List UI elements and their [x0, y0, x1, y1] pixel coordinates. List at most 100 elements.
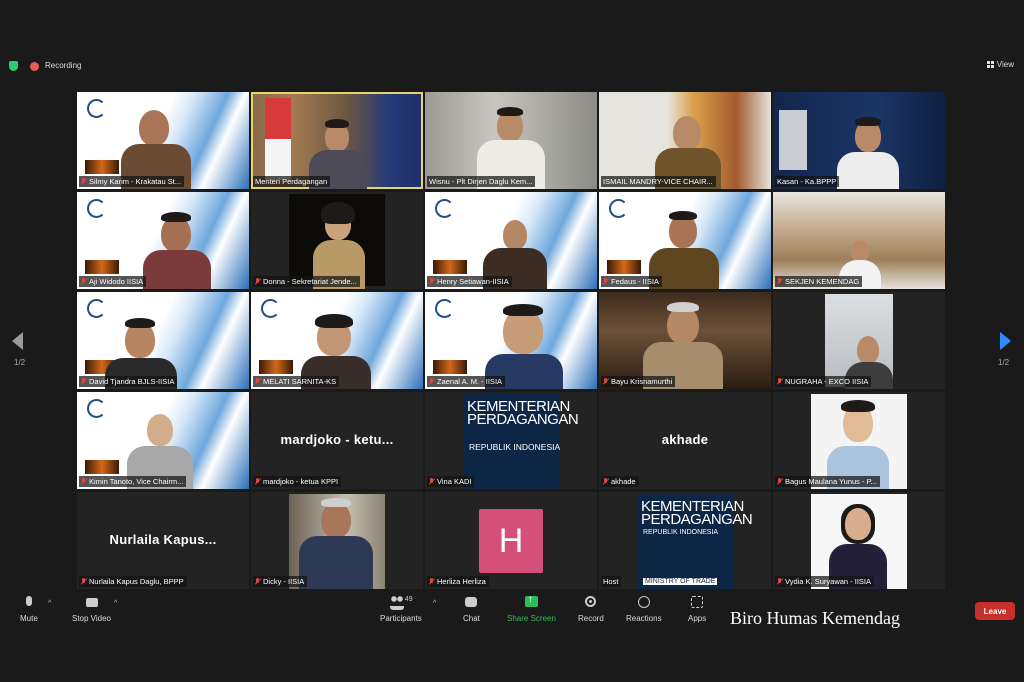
mute-button[interactable]: Mute [20, 596, 38, 623]
video-tile-no-video[interactable]: H Herliza Herliza [425, 492, 597, 589]
grid-view-icon [986, 61, 994, 68]
participant-name: Donna - Sekretariat Jende... [253, 276, 360, 287]
video-tile[interactable]: Aji Widodo IISIA [77, 192, 249, 289]
chat-icon [465, 597, 478, 607]
record-button[interactable]: Record [578, 596, 604, 623]
slide-image [85, 460, 119, 474]
video-tile[interactable]: Donna - Sekretariat Jende... [251, 192, 423, 289]
participant-name: Fedaus - IISIA [601, 276, 662, 287]
audio-options-chevron-icon[interactable]: ^ [48, 600, 51, 607]
meeting-top-bar: Recording View [0, 56, 1024, 76]
participant-name: Nurlaila Kapus Daglu, BPPP [79, 576, 187, 587]
participant-name: akhade [601, 476, 639, 487]
share-screen-icon [524, 594, 538, 607]
participant-display-name: mardjoko - ketu... [280, 432, 394, 447]
participant-name: ISMAIL MANDRY-VICE CHAIR... [601, 176, 716, 187]
video-tile[interactable]: Bagus Maulana Yunus - P... [773, 392, 945, 489]
video-tile[interactable]: SEKJEN KEMENDAG [773, 192, 945, 289]
previous-page-arrow-icon[interactable] [12, 332, 23, 350]
video-options-chevron-icon[interactable]: ^ [114, 600, 117, 607]
video-tile-active-speaker[interactable]: Menteri Perdagangan [251, 92, 423, 189]
chat-button[interactable]: Chat [463, 596, 480, 623]
video-tile[interactable]: NUGRAHA - EXCO IISIA [773, 292, 945, 389]
slide-image [433, 360, 467, 374]
video-tile[interactable]: Bayu Krisnamurthi [599, 292, 771, 389]
participant-name: Silmy Karim - Krakatau St... [79, 176, 185, 187]
mic-muted-icon [429, 578, 434, 585]
participant-name: Dicky - IISIA [253, 576, 308, 587]
mic-muted-icon [81, 378, 86, 385]
mic-muted-icon [255, 478, 260, 485]
video-tile[interactable]: Henry Setiawan-IISIA [425, 192, 597, 289]
participant-name: Menteri Perdagangan [253, 176, 331, 187]
participant-name: Vina KADI [427, 476, 475, 487]
participants-options-chevron-icon[interactable]: ^ [433, 600, 436, 607]
iisia-logo [87, 399, 106, 418]
participant-name: Bayu Krisnamurthi [601, 376, 676, 387]
participant-name: Henry Setiawan-IISIA [427, 276, 512, 287]
video-tile-no-video[interactable]: Nurlaila Kapus... Nurlaila Kapus Daglu, … [77, 492, 249, 589]
mic-muted-icon [81, 178, 86, 185]
reactions-label: Reactions [626, 614, 662, 623]
slide-title: KEMENTERIAN PERDAGANGAN [641, 498, 753, 528]
video-tile[interactable]: David Tjandra BJLS-IISIA [77, 292, 249, 389]
share-screen-label: Share Screen [507, 614, 556, 623]
mic-muted-icon [603, 278, 608, 285]
record-icon [585, 596, 597, 607]
video-tile-no-video[interactable]: akhade akhade [599, 392, 771, 489]
video-tile[interactable]: Kimin Tanoto, Vice Chairm... [77, 392, 249, 489]
video-tile[interactable]: Kasan - Ka.BPPP [773, 92, 945, 189]
iisia-logo [261, 299, 280, 318]
video-tile[interactable]: KEMENTERIAN PERDAGANGAN REPUBLIK INDONES… [599, 492, 771, 589]
leave-button[interactable]: Leave [975, 602, 1015, 620]
video-tile[interactable]: MELATI SARNITA-KS [251, 292, 423, 389]
reactions-button[interactable]: Reactions [626, 596, 662, 623]
video-tile[interactable]: Wisnu - Plt Dirjen Daglu Kem... [425, 92, 597, 189]
view-button[interactable]: View [986, 60, 1014, 69]
video-tile[interactable]: Vydia K. Suryawan - IISIA [773, 492, 945, 589]
participant-display-name: akhade [661, 432, 709, 447]
recording-label: Recording [45, 61, 82, 70]
slide-image [607, 260, 641, 274]
participant-name: Wisnu - Plt Dirjen Daglu Kem... [427, 176, 536, 187]
iisia-logo [609, 199, 628, 218]
video-tile[interactable]: Fedaus - IISIA [599, 192, 771, 289]
participant-name: SEKJEN KEMENDAG [775, 276, 863, 287]
participant-name: MELATI SARNITA-KS [253, 376, 340, 387]
slide-image [85, 160, 119, 174]
recording-icon [30, 62, 39, 71]
apps-button[interactable]: Apps [688, 596, 706, 623]
participant-count: 49 [404, 596, 413, 603]
slide-subtitle: REPUBLIK INDONESIA [643, 529, 719, 536]
mic-muted-icon [429, 378, 434, 385]
iisia-logo [87, 99, 106, 118]
video-tile[interactable]: ISMAIL MANDRY-VICE CHAIR... [599, 92, 771, 189]
record-label: Record [578, 614, 604, 623]
security-shield-icon[interactable] [9, 61, 18, 71]
participant-name: David Tjandra BJLS-IISIA [79, 376, 178, 387]
reactions-icon [637, 596, 650, 608]
participant-name: mardjoko - ketua KPPI [253, 476, 342, 487]
participants-icon [389, 596, 404, 610]
video-tile[interactable]: Zaenal A. M. - IISIA [425, 292, 597, 389]
next-page-arrow-icon[interactable] [1000, 332, 1011, 350]
participant-display-name: Nurlaila Kapus... [109, 532, 217, 547]
page-indicator-right: 1/2 [998, 358, 1010, 367]
mic-muted-icon [429, 478, 434, 485]
video-tile[interactable]: Dicky - IISIA [251, 492, 423, 589]
slide-title: KEMENTERIAN PERDAGANGAN [467, 398, 579, 428]
apps-icon [691, 596, 704, 608]
apps-label: Apps [688, 614, 707, 623]
slide-footer: MINISTRY OF TRADE [643, 578, 718, 585]
video-tile-no-video[interactable]: mardjoko - ketu... mardjoko - ketua KPPI [251, 392, 423, 489]
video-tile[interactable]: Silmy Karim - Krakatau St... [77, 92, 249, 189]
participant-name: Vydia K. Suryawan - IISIA [775, 576, 875, 587]
chat-label: Chat [463, 614, 480, 623]
participant-name: Kasan - Ka.BPPP [775, 176, 840, 187]
share-screen-button[interactable]: Share Screen [507, 594, 556, 623]
participant-name: Host [601, 576, 622, 587]
participant-name: NUGRAHA - EXCO IISIA [775, 376, 872, 387]
stop-video-button[interactable]: Stop Video [72, 596, 111, 623]
participants-button[interactable]: 49 Participants [380, 596, 422, 623]
video-tile[interactable]: KEMENTERIAN PERDAGANGAN REPUBLIK INDONES… [425, 392, 597, 489]
